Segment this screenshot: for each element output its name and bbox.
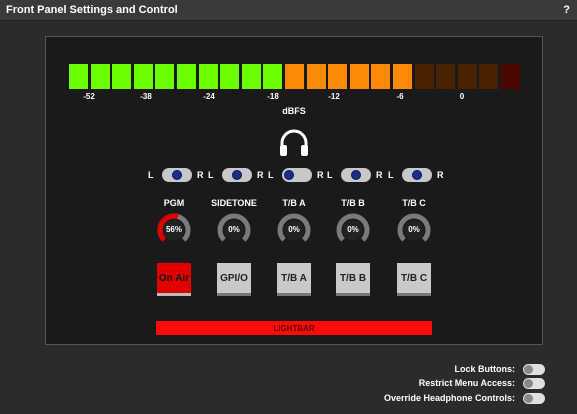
channel-button-pgm[interactable]: On Air — [157, 263, 191, 296]
balance-right-label: R — [197, 170, 204, 180]
balance-left-label: L — [148, 170, 154, 180]
lightbar-label: LIGHTBAR — [273, 323, 315, 333]
title-bar: Front Panel Settings and Control ? — [0, 0, 577, 21]
channel-button-t-b-a[interactable]: T/B A — [277, 263, 311, 296]
meter-segment — [306, 64, 326, 89]
meter-tick-label: -38 — [140, 92, 152, 101]
meter-segment — [501, 64, 520, 89]
setting-lock-buttons: Lock Buttons: — [454, 362, 545, 376]
meter-tick-label: -18 — [267, 92, 279, 101]
setting-label: Lock Buttons: — [454, 364, 516, 374]
override-headphone-toggle[interactable] — [523, 392, 545, 404]
meter-segment — [198, 64, 218, 89]
meter-segment — [371, 64, 391, 89]
meter-segment — [436, 64, 456, 89]
setting-label: Restrict Menu Access: — [418, 378, 515, 388]
meter-segment — [328, 64, 348, 89]
meter-segment — [414, 64, 434, 89]
meter-segment — [90, 64, 110, 89]
meter-tick-label: -24 — [203, 92, 215, 101]
meter-segment — [457, 64, 477, 89]
balance-track[interactable] — [282, 168, 312, 182]
meter-unit: dBFS — [282, 106, 306, 116]
meter-segment — [241, 64, 261, 89]
setting-label: Override Headphone Controls: — [383, 393, 515, 403]
channel-button-t-b-c[interactable]: T/B C — [397, 263, 431, 296]
level-dial-t-b-a[interactable]: 0% — [277, 213, 311, 247]
channel-label: T/B B — [341, 198, 365, 208]
channel-button-t-b-b[interactable]: T/B B — [336, 263, 370, 296]
level-dial-t-b-b[interactable]: 0% — [336, 213, 370, 247]
level-value: 0% — [288, 225, 300, 234]
channel-label: T/B C — [402, 198, 426, 208]
meter-segment — [285, 64, 304, 89]
meter-segment — [220, 64, 240, 89]
meter-segment — [263, 64, 283, 89]
balance-right-label: R — [376, 170, 383, 180]
balance-track[interactable] — [341, 168, 371, 182]
level-value: 0% — [228, 225, 240, 234]
balance-left-label: L — [268, 170, 274, 180]
balance-knob[interactable] — [412, 170, 422, 180]
balance-right-label: R — [257, 170, 264, 180]
balance-left-label: L — [208, 170, 214, 180]
balance-left-label: L — [327, 170, 333, 180]
restrict-menu-toggle[interactable] — [523, 377, 545, 389]
level-dial-pgm[interactable]: 56% — [157, 213, 191, 247]
balance-knob[interactable] — [172, 170, 182, 180]
meter-segment — [479, 64, 499, 89]
meter-tick-label: -12 — [328, 92, 340, 101]
level-dial-sidetone[interactable]: 0% — [217, 213, 251, 247]
meter-tick-label: -52 — [83, 92, 95, 101]
level-value: 0% — [347, 225, 359, 234]
help-button[interactable]: ? — [563, 4, 570, 16]
headphones-icon — [278, 128, 310, 158]
meter-segment — [155, 64, 175, 89]
balance-track[interactable] — [222, 168, 252, 182]
meter-segment — [177, 64, 196, 89]
meter-tick-label: -6 — [396, 92, 404, 101]
meter-tick-label: 0 — [459, 92, 465, 101]
balance-track[interactable] — [402, 168, 432, 182]
setting-restrict-menu: Restrict Menu Access: — [419, 376, 545, 390]
level-value: 0% — [408, 225, 420, 234]
meter-segment — [349, 64, 369, 89]
balance-left-label: L — [388, 170, 394, 180]
balance-right-label: R — [437, 170, 444, 180]
lightbar-button[interactable]: LIGHTBAR — [156, 321, 432, 335]
balance-knob[interactable] — [351, 170, 361, 180]
channel-label: PGM — [163, 198, 185, 208]
channel-label: T/B A — [282, 198, 306, 208]
level-value: 56% — [165, 225, 182, 234]
setting-override-headphone: Override Headphone Controls: — [384, 391, 545, 405]
balance-knob[interactable] — [232, 170, 242, 180]
meter-segment — [112, 64, 132, 89]
meter-segment — [133, 64, 153, 89]
balance-track[interactable] — [162, 168, 192, 182]
balance-right-label: R — [317, 170, 324, 180]
channel-button-sidetone[interactable]: GPI/O — [217, 263, 251, 296]
balance-knob[interactable] — [284, 170, 294, 180]
window-title: Front Panel Settings and Control — [6, 4, 178, 16]
front-panel: -52 -38 -24 -18 -12 -6 0 dBFS L R PGM 56% On Air L R… — [45, 36, 543, 345]
meter-segment — [69, 64, 88, 89]
lock-buttons-toggle[interactable] — [523, 363, 545, 375]
meter-segment — [393, 64, 412, 89]
channel-label: SIDETONE — [211, 198, 257, 208]
level-dial-t-b-c[interactable]: 0% — [397, 213, 431, 247]
